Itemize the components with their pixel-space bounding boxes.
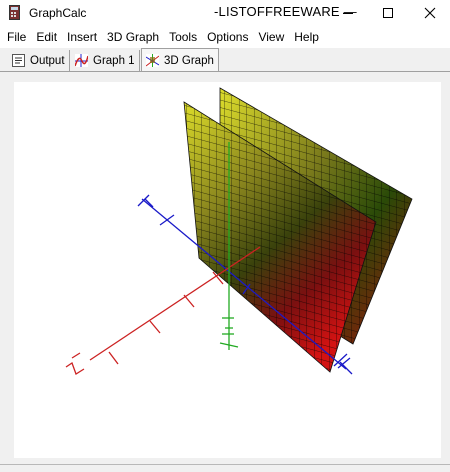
menu-view[interactable]: View — [253, 26, 289, 48]
maximize-button[interactable] — [370, 0, 406, 26]
maximize-icon — [383, 8, 393, 18]
graphcalc-app-icon — [9, 5, 20, 20]
minimize-icon — [343, 13, 353, 14]
output-icon — [12, 54, 25, 67]
close-icon — [424, 7, 436, 19]
menu-insert[interactable]: Insert — [62, 26, 102, 48]
graph-icon — [75, 54, 88, 67]
tab-3d-graph[interactable]: 3D Graph — [141, 48, 219, 72]
menu-help[interactable]: Help — [289, 26, 324, 48]
status-bar — [0, 464, 450, 472]
title-bar: GraphCalc -LISTOFFREEWARE — — [0, 0, 450, 26]
tab-3d-graph-label: 3D Graph — [164, 54, 214, 67]
menu-bar: File Edit Insert 3D Graph Tools Options … — [0, 26, 450, 48]
3d-graph-icon — [146, 54, 159, 67]
menu-tools[interactable]: Tools — [164, 26, 202, 48]
menu-edit[interactable]: Edit — [31, 26, 62, 48]
x-axis — [65, 246, 261, 375]
close-button[interactable] — [412, 0, 448, 26]
menu-file[interactable]: File — [2, 26, 31, 48]
tab-output[interactable]: Output — [8, 50, 70, 71]
tab-bar: Output Graph 1 3D Graph — [0, 48, 450, 72]
tab-graph-1-label: Graph 1 — [93, 54, 135, 67]
tab-output-label: Output — [30, 54, 65, 67]
3d-graph-canvas[interactable] — [14, 82, 441, 458]
graph-view-panel — [0, 72, 450, 464]
tab-graph-1[interactable]: Graph 1 — [71, 50, 140, 71]
app-name: GraphCalc — [29, 6, 87, 20]
3d-graph-svg — [65, 87, 413, 375]
minimize-button[interactable] — [330, 0, 366, 26]
menu-options[interactable]: Options — [202, 26, 253, 48]
menu-3d-graph[interactable]: 3D Graph — [102, 26, 164, 48]
